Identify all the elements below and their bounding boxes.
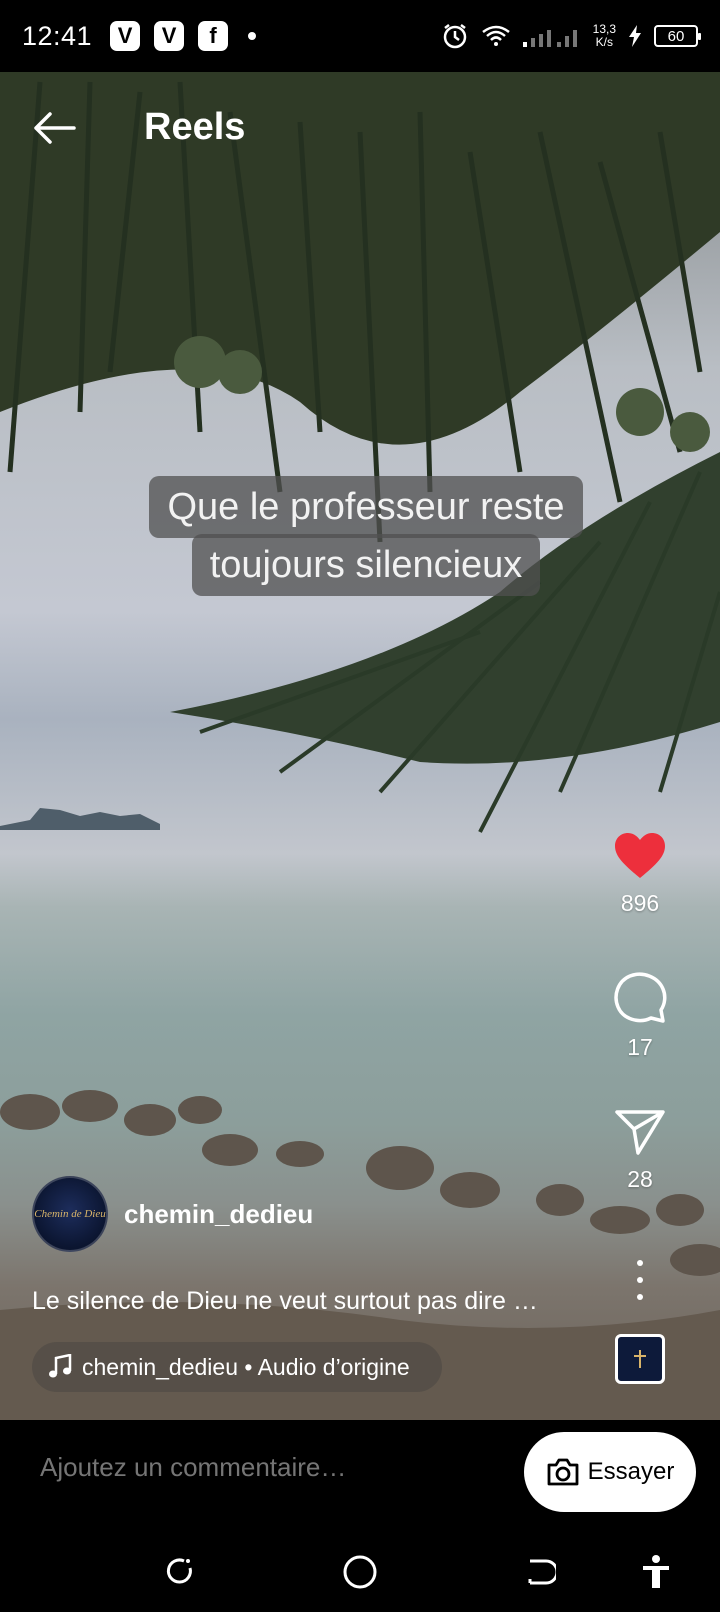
home-button[interactable] <box>340 1552 380 1592</box>
heart-icon[interactable] <box>613 832 667 880</box>
music-note-icon <box>49 1354 72 1378</box>
audio-thumbnail[interactable] <box>615 1334 665 1384</box>
try-button[interactable]: Essayer <box>524 1432 696 1512</box>
comment-icon[interactable] <box>613 970 667 1024</box>
comment-bar: Essayer <box>0 1420 720 1532</box>
home-circle-icon <box>343 1555 377 1589</box>
back-nav-icon <box>528 1559 556 1585</box>
share-action[interactable]: 28 <box>600 1108 680 1193</box>
page-title: Reels <box>144 106 246 148</box>
back-button[interactable] <box>30 108 82 148</box>
try-label: Essayer <box>587 1458 675 1485</box>
audio-pill[interactable]: chemin_dedieu • Audio d’origine <box>32 1342 442 1392</box>
back-arrow-icon <box>34 112 76 144</box>
status-time: 12:41 <box>22 20 93 51</box>
system-nav-bar <box>0 1532 720 1612</box>
author-row[interactable]: Chemin de Dieu chemin_dedieu <box>32 1176 313 1252</box>
like-action[interactable]: 896 <box>600 832 680 917</box>
palm-leaves-image <box>0 72 720 833</box>
charging-icon <box>629 25 641 47</box>
network-speed: 13,3 K/s <box>593 23 616 49</box>
facebook-icon: f <box>198 21 229 51</box>
more-options-button[interactable] <box>630 1260 650 1300</box>
back-nav-button[interactable] <box>520 1552 560 1592</box>
caption-line: toujours silencieux <box>191 534 541 596</box>
signal-icon <box>522 30 577 47</box>
cross-icon <box>634 1350 646 1368</box>
share-count: 28 <box>627 1166 653 1192</box>
dot <box>637 1277 643 1283</box>
accessibility-icon <box>643 1555 669 1588</box>
island-silhouette <box>0 808 160 830</box>
network-speed-unit: K/s <box>595 35 613 49</box>
app-v-icon: V <box>154 21 185 51</box>
send-icon[interactable] <box>614 1108 666 1156</box>
recents-button[interactable] <box>160 1552 200 1592</box>
status-right: 13,3 K/s 60 <box>441 0 701 72</box>
notification-dot-icon <box>248 32 257 40</box>
caption-line: Que le professeur reste <box>149 476 583 538</box>
audio-label: chemin_dedieu • Audio d’origine <box>82 1353 410 1380</box>
recents-icon <box>166 1558 192 1584</box>
comment-count: 17 <box>627 1034 653 1060</box>
dot <box>637 1260 643 1266</box>
accessibility-button[interactable] <box>636 1552 676 1592</box>
alarm-icon <box>443 24 466 49</box>
post-description[interactable]: Le silence de Dieu ne veut surtout pas d… <box>32 1287 538 1316</box>
status-bar: 12:41 V V f 13,3 K/s 60 <box>0 0 720 72</box>
avatar[interactable]: Chemin de Dieu <box>32 1176 108 1252</box>
reels-header: Reels <box>0 84 720 174</box>
app-v-icon: V <box>110 21 141 51</box>
author-username[interactable]: chemin_dedieu <box>124 1199 313 1230</box>
like-count: 896 <box>620 890 660 916</box>
camera-icon <box>547 1458 579 1486</box>
comment-action[interactable]: 17 <box>600 970 680 1061</box>
dot <box>637 1294 643 1300</box>
wifi-icon <box>481 25 510 46</box>
comment-input[interactable] <box>40 1452 480 1483</box>
video-caption: Que le professeur reste toujours silenci… <box>96 476 636 596</box>
battery-indicator: 60 <box>654 25 701 47</box>
